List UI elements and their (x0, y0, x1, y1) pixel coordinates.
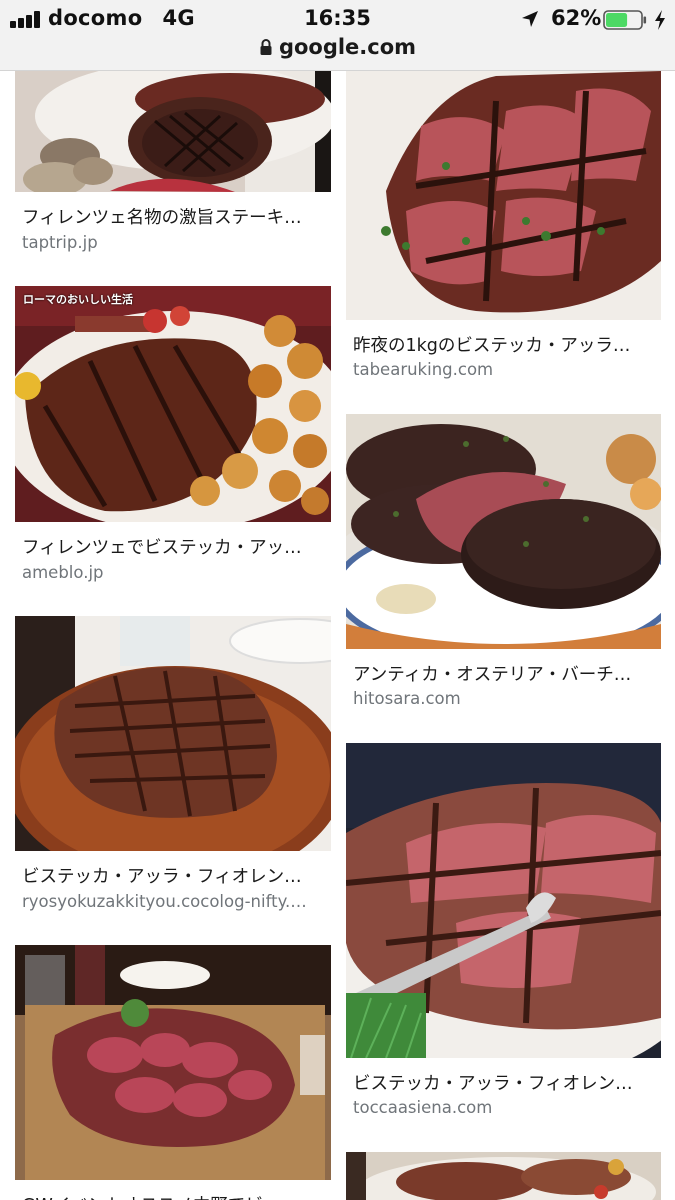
charging-bolt-icon (655, 10, 665, 30)
status-bar: docomo 4G 16:35 62% (0, 4, 675, 34)
image-result-card[interactable] (346, 1152, 662, 1200)
result-title[interactable]: アンティカ・オステリア・バーチ… (353, 661, 658, 686)
battery-percent: 62% (551, 6, 602, 30)
result-thumbnail[interactable] (15, 945, 331, 1180)
result-thumbnail[interactable] (15, 71, 331, 192)
result-thumbnail[interactable] (346, 1152, 661, 1200)
result-title[interactable]: フィレンツェでビステッカ・アッ… (22, 534, 327, 559)
image-result-card[interactable]: ビステッカ・アッラ・フィオレン… ryosyokuzakkityou.cocol… (15, 616, 332, 916)
result-title[interactable]: 昨夜の1kgのビステッカ・アッラ… (353, 332, 658, 357)
result-source: hitosara.com (353, 689, 461, 708)
result-source: toccaasiena.com (353, 1098, 493, 1117)
result-title[interactable]: ビステッカ・アッラ・フィオレン… (22, 863, 327, 888)
result-title[interactable]: ビステッカ・アッラ・フィオレン… (353, 1070, 658, 1095)
result-title[interactable]: GWイベントオススメ中野でビ… (22, 1192, 327, 1200)
result-thumbnail[interactable]: ローマのおいしい生活 (15, 286, 331, 522)
result-source: taptrip.jp (22, 233, 98, 252)
url-text: google.com (278, 35, 417, 59)
result-source: ameblo.jp (22, 563, 104, 582)
image-result-card[interactable]: ビステッカ・アッラ・フィオレン… toccaasiena.com (346, 743, 662, 1123)
thumbnail-caption: ローマのおいしい生活 (23, 293, 133, 306)
lock-icon (260, 39, 272, 55)
image-result-card[interactable]: ローマのおいしい生活 フィレンツェでビステッカ・アッ… ameblo.jp (15, 286, 332, 586)
location-arrow-icon (522, 11, 538, 27)
result-thumbnail[interactable] (346, 743, 661, 1058)
result-thumbnail[interactable] (346, 71, 661, 320)
result-source: tabearuking.com (353, 360, 494, 379)
result-thumbnail[interactable] (15, 616, 331, 851)
result-thumbnail[interactable] (346, 414, 661, 649)
result-source: ryosyokuzakkityou.cocolog-nifty.… (22, 892, 307, 911)
browser-top-bar: docomo 4G 16:35 62% google.com (0, 0, 675, 71)
image-result-card[interactable]: GWイベントオススメ中野でビ… (15, 945, 332, 1200)
image-result-card[interactable]: 昨夜の1kgのビステッカ・アッラ… tabearuking.com (346, 71, 662, 391)
image-result-card[interactable]: フィレンツェ名物の激旨ステーキ… taptrip.jp (15, 71, 332, 261)
battery-icon (603, 10, 647, 30)
result-title[interactable]: フィレンツェ名物の激旨ステーキ… (22, 204, 327, 229)
image-result-card[interactable]: アンティカ・オステリア・バーチ… hitosara.com (346, 414, 662, 714)
address-bar[interactable]: google.com (0, 35, 675, 63)
